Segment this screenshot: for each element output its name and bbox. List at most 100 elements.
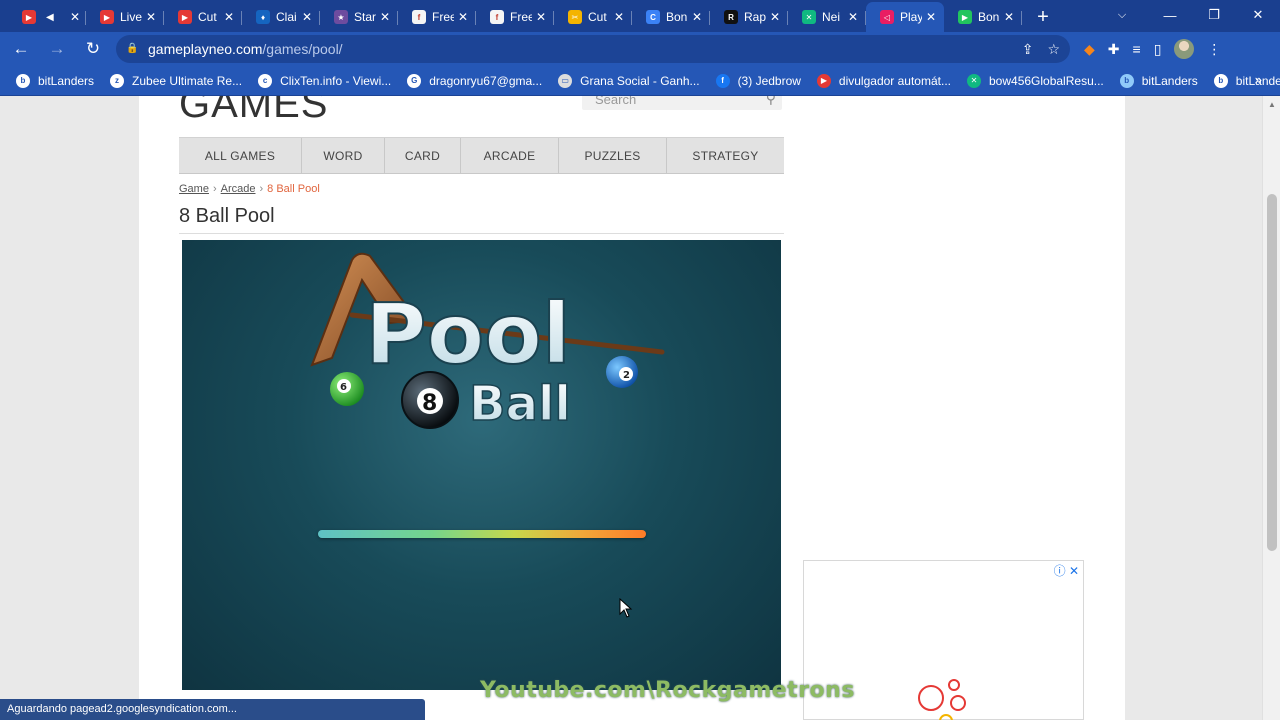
bookmark-label: bitLanders bbox=[1141, 73, 1198, 88]
close-window-icon[interactable]: ✕ bbox=[1236, 7, 1280, 23]
bookmark-item[interactable]: c ClixTen.info - Viewi... bbox=[258, 73, 391, 88]
menu-puzzles[interactable]: PUZZLES bbox=[559, 138, 667, 173]
bookmark-item[interactable]: ✕ bow456GlobalResu... bbox=[967, 73, 1104, 88]
bookmark-item[interactable]: b bitLanders bbox=[1119, 73, 1198, 88]
bookmark-item[interactable]: bbitLanders bbox=[16, 73, 94, 88]
tab-favicon-icon: f bbox=[490, 10, 504, 24]
tab-close-icon[interactable]: ✕ bbox=[768, 10, 782, 24]
scroll-up-icon[interactable]: ▲ bbox=[1268, 100, 1276, 109]
tab-close-icon[interactable]: ✕ bbox=[924, 10, 938, 24]
loading-progress-bar bbox=[318, 530, 646, 538]
bookmark-item[interactable]: bbitLanders bbox=[1213, 73, 1280, 88]
bookmark-favicon-icon: b bbox=[1119, 73, 1134, 88]
bookmarks-overflow-icon[interactable]: » bbox=[1255, 72, 1262, 87]
browser-tab[interactable]: R Rap ✕ bbox=[710, 2, 788, 32]
tab-close-icon[interactable]: ✕ bbox=[846, 10, 860, 24]
browser-tab[interactable]: ▶ Bon ✕ bbox=[944, 2, 1022, 32]
page-scrollbar[interactable]: ▲ bbox=[1262, 96, 1280, 720]
back-icon[interactable]: ← bbox=[6, 34, 36, 64]
lock-icon: 🔒 bbox=[126, 43, 139, 54]
tab-favicon-icon: C bbox=[646, 10, 660, 24]
tab-close-icon[interactable]: ✕ bbox=[1002, 10, 1016, 24]
tab-close-icon[interactable]: ✕ bbox=[534, 10, 548, 24]
menu-kebab-icon[interactable]: ⋮ bbox=[1207, 41, 1221, 58]
menu-arcade[interactable]: ARCADE bbox=[461, 138, 559, 173]
bookmark-item[interactable]: ▭ Grana Social - Ganh... bbox=[558, 73, 700, 88]
bookmark-item[interactable]: ▶ divulgador automát... bbox=[816, 73, 951, 88]
menu-word[interactable]: WORD bbox=[302, 138, 385, 173]
category-menu: ALL GAMES WORD CARD ARCADE PUZZLES STRAT… bbox=[179, 137, 784, 174]
tab-title: Cut bbox=[198, 10, 217, 24]
bookmark-label: Grana Social - Ganh... bbox=[580, 73, 700, 88]
tab-search-icon[interactable]: ⌵ bbox=[1104, 9, 1140, 22]
tab-close-icon[interactable]: ✕ bbox=[300, 10, 314, 24]
url-text[interactable]: gameplayneo.com/games/pool/ bbox=[148, 41, 343, 57]
page-content: GAMES Search ⚲ ALL GAMES WORD CARD ARCAD… bbox=[139, 96, 1125, 720]
bookmark-label: dragonryu67@gma... bbox=[429, 73, 543, 88]
browser-tab[interactable]: ★ Star ✕ bbox=[320, 2, 398, 32]
menu-all-games[interactable]: ALL GAMES bbox=[179, 138, 302, 173]
reload-icon[interactable]: ↻ bbox=[78, 34, 108, 64]
browser-tab[interactable]: f Free ✕ bbox=[398, 2, 476, 32]
svg-text:6: 6 bbox=[340, 382, 347, 393]
browser-tab[interactable]: C Bon ✕ bbox=[632, 2, 710, 32]
bookmark-item[interactable]: z Zubee Ultimate Re... bbox=[110, 73, 243, 88]
browser-tab[interactable]: ◁ Play ✕ bbox=[866, 2, 944, 32]
search-input[interactable]: Search ⚲ bbox=[582, 96, 782, 110]
bookmark-item[interactable]: Gdragonryu67@gma... bbox=[407, 73, 543, 88]
browser-tab[interactable]: f Free ✕ bbox=[476, 2, 554, 32]
tab-close-icon[interactable]: ✕ bbox=[612, 10, 626, 24]
game-canvas[interactable]: Pool Ball 6 2 8 bbox=[182, 240, 781, 690]
tab-favicon-icon: ✂ bbox=[568, 10, 582, 24]
window-controls: ⌵ — ❐ ✕ bbox=[1104, 0, 1280, 30]
tab-close-icon[interactable]: ✕ bbox=[456, 10, 470, 24]
metamask-extension-icon[interactable]: ◆ bbox=[1084, 41, 1095, 58]
tab-close-icon[interactable]: ✕ bbox=[378, 10, 392, 24]
tab-title: Free bbox=[432, 10, 454, 24]
share-icon[interactable]: ⇪ bbox=[1022, 41, 1034, 58]
bookmark-favicon-icon: c bbox=[258, 73, 273, 88]
tab-title: Rap bbox=[744, 10, 766, 24]
page-title: 8 Ball Pool bbox=[179, 205, 275, 227]
tab-favicon-icon: ✕ bbox=[802, 10, 816, 24]
game-title-ball: Ball bbox=[469, 376, 571, 432]
new-tab-button[interactable]: + bbox=[1028, 2, 1058, 32]
minimize-icon[interactable]: — bbox=[1148, 8, 1192, 23]
tab-close-icon[interactable]: ✕ bbox=[144, 10, 158, 24]
site-logo[interactable]: GAMES bbox=[179, 96, 328, 127]
tab-close-icon[interactable]: ✕ bbox=[70, 10, 80, 24]
address-bar[interactable]: 🔒 gameplayneo.com/games/pool/ ⇪ ☆ bbox=[116, 35, 1070, 63]
extensions-puzzle-icon[interactable]: ✚ bbox=[1108, 41, 1120, 58]
tab-title: Live bbox=[120, 10, 142, 24]
bookmark-label: Zubee Ultimate Re... bbox=[132, 73, 243, 88]
forward-icon[interactable]: → bbox=[42, 34, 72, 64]
bookmark-item[interactable]: f (3) Jedbrow bbox=[715, 73, 801, 88]
bookmark-favicon-icon: G bbox=[407, 73, 422, 88]
profile-avatar[interactable] bbox=[1174, 39, 1195, 59]
browser-tab[interactable]: ▶ Live ✕ bbox=[86, 2, 164, 32]
restore-icon[interactable]: ❐ bbox=[1192, 7, 1236, 23]
browser-tab[interactable]: ♦ Clai ✕ bbox=[242, 2, 320, 32]
video-watermark: Youtube.com\Rockgametrons bbox=[480, 678, 855, 703]
breadcrumb-home[interactable]: Game bbox=[179, 183, 209, 195]
bookmark-star-icon[interactable]: ☆ bbox=[1047, 41, 1060, 58]
side-panel-icon[interactable]: ▯ bbox=[1154, 41, 1162, 58]
svg-text:8: 8 bbox=[422, 391, 437, 416]
tab-close-icon[interactable]: ✕ bbox=[222, 10, 236, 24]
breadcrumb-separator: › bbox=[259, 183, 264, 195]
tab-audio-icon[interactable]: ◀ bbox=[46, 12, 54, 23]
menu-strategy[interactable]: STRATEGY bbox=[667, 138, 784, 173]
tab-favicon-icon: ▶ bbox=[178, 10, 192, 24]
menu-card[interactable]: CARD bbox=[385, 138, 461, 173]
media-control-icon[interactable]: ≡ bbox=[1133, 41, 1141, 57]
browser-tab[interactable]: ▶ Cut ✕ bbox=[164, 2, 242, 32]
search-icon[interactable]: ⚲ bbox=[766, 96, 776, 107]
browser-tab[interactable]: ▶ ◀ ✕ bbox=[8, 2, 86, 32]
scrollbar-thumb[interactable] bbox=[1267, 194, 1277, 551]
breadcrumb-section[interactable]: Arcade bbox=[221, 183, 256, 195]
browser-tab[interactable]: ✂ Cut ✕ bbox=[554, 2, 632, 32]
tab-close-icon[interactable]: ✕ bbox=[690, 10, 704, 24]
tab-favicon-icon: ★ bbox=[334, 10, 348, 24]
bookmark-favicon-icon: ▭ bbox=[558, 73, 573, 88]
browser-tab[interactable]: ✕ Nei ✕ bbox=[788, 2, 866, 32]
